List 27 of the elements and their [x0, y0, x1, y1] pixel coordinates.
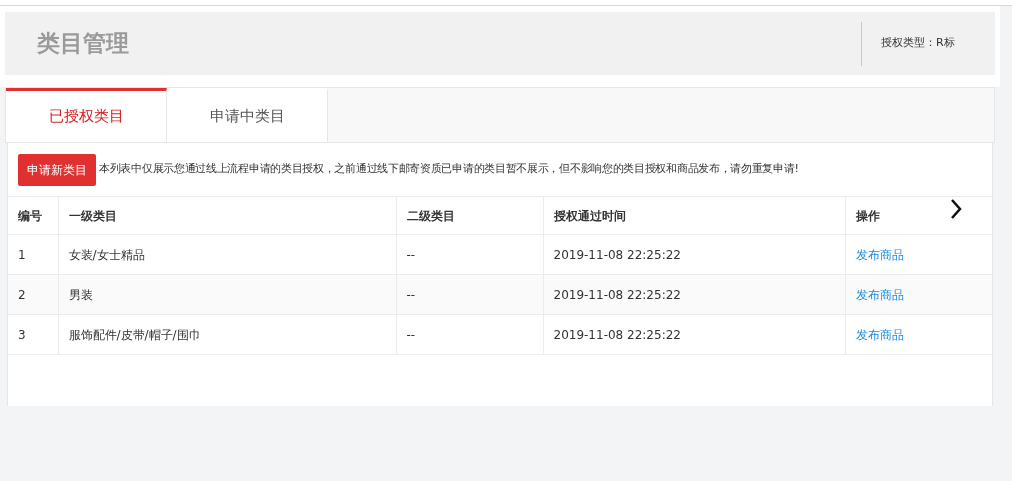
table-cell: 服饰配件/皮带/帽子/围巾	[58, 314, 396, 355]
publish-link[interactable]: 发布商品	[855, 287, 904, 302]
apply-category-button[interactable]: 申请新类目	[18, 153, 96, 186]
notice-text: 本列表中仅展示您通过线上流程申请的类目授权，之前通过线下邮寄资质已申请的类目暂不展示，但不影响您的类目授权和商品发布，请勿重复申请!	[99, 161, 799, 178]
chevron-right-icon[interactable]	[949, 198, 963, 220]
column-header: 授权通过时间	[543, 196, 845, 235]
publish-link[interactable]: 发布商品	[855, 327, 904, 342]
table-cell: 2019-11-08 22:25:22	[543, 234, 845, 275]
authorization-type: 授权类型：R标	[880, 35, 956, 52]
page-title: 类目管理	[37, 29, 130, 59]
table-cell: --	[396, 234, 543, 275]
table-cell: --	[396, 274, 543, 315]
tab[interactable]: 申请中类目	[167, 88, 328, 142]
column-header: 二级类目	[396, 196, 543, 235]
table-cell: --	[396, 314, 543, 355]
table-cell: 2019-11-08 22:25:22	[543, 274, 845, 315]
table-cell: 2	[8, 274, 58, 315]
table-cell: 女装/女士精品	[58, 234, 396, 275]
table-cell: 1	[8, 234, 58, 275]
column-header: 编号	[8, 196, 58, 235]
publish-link[interactable]: 发布商品	[855, 247, 904, 262]
column-header: 一级类目	[58, 196, 396, 235]
table-cell: 2019-11-08 22:25:22	[543, 314, 845, 355]
column-header: 操作	[845, 196, 992, 235]
table-cell: 男装	[58, 274, 396, 315]
tab[interactable]: 已授权类目	[6, 88, 167, 142]
table-cell: 3	[8, 314, 58, 355]
